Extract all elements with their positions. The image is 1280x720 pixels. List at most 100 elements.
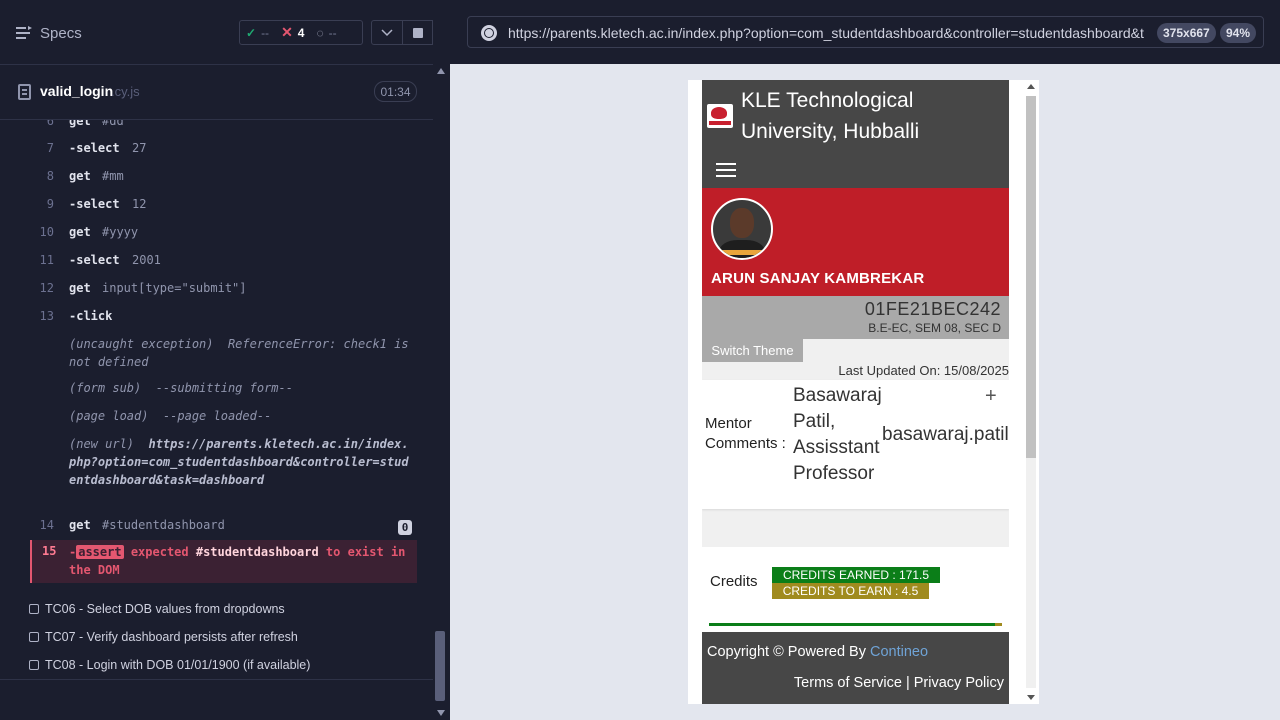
mentor-card: Mentor Comments : Basawaraj Patil, Assis… — [702, 380, 1009, 509]
check-icon: ✓ — [246, 25, 257, 40]
student-course: B.E-EC, SEM 08, SEC D — [868, 321, 1001, 335]
contineo-link[interactable]: Contineo — [870, 644, 928, 660]
credits-card: Credits CREDITS EARNED : 171.5 CREDITS T… — [702, 547, 1009, 632]
specs-title: Specs — [40, 24, 82, 42]
command-number: 10 — [39, 225, 54, 239]
mentor-email: basawaraj.patil — [882, 424, 1009, 445]
aut-header: https://parents.kletech.ac.in/index.php?… — [450, 0, 1280, 64]
pending-count: -- — [328, 25, 337, 40]
command-number: 7 — [46, 141, 54, 155]
scroll-up-arrow-icon[interactable] — [1027, 84, 1035, 89]
assert-selector: #studentdashboard — [195, 545, 319, 559]
command-name: get — [69, 169, 91, 183]
test-status-icon — [29, 632, 39, 642]
command-number: 11 — [39, 253, 54, 267]
command-number: 14 — [39, 518, 54, 532]
test-item[interactable]: TC06 - Select DOB values from dropdowns — [29, 599, 285, 619]
command-message: 2001 — [132, 253, 161, 267]
command-message: #yyyy — [102, 225, 139, 239]
test-item[interactable]: TC08 - Login with DOB 01/01/1900 (if ava… — [29, 655, 310, 675]
log-label: (new url) — [69, 437, 135, 451]
divider — [0, 679, 433, 680]
test-title: TC06 - Select DOB values from dropdowns — [45, 602, 285, 616]
scroll-up-arrow-icon[interactable] — [437, 68, 445, 74]
chevron-down-button[interactable] — [371, 20, 403, 45]
credits-progress-bar — [709, 623, 1002, 626]
log-label: (page load) — [69, 409, 149, 423]
scrollbar-thumb[interactable] — [435, 631, 445, 701]
terms-link[interactable]: Terms of Service — [794, 675, 902, 691]
profile-band: ARUN SANJAY KAMBREKAR — [702, 188, 1009, 296]
log-message: --page loaded-- — [162, 409, 272, 423]
mentor-name: Basawaraj Patil, Assisstant Professor — [793, 385, 882, 484]
command-name: get — [69, 281, 91, 295]
passed-stat: ✓ -- — [240, 26, 275, 40]
switch-theme-button[interactable]: Switch Theme — [702, 339, 803, 362]
failed-assert-row[interactable]: 15 - assert expected #studentdashboard to… — [30, 540, 417, 583]
exception-log[interactable]: (uncaught exception) ReferenceError: che… — [69, 335, 414, 371]
credits-label: Credits — [710, 573, 758, 590]
test-title: TC07 - Verify dashboard persists after r… — [45, 630, 298, 644]
passed-count: -- — [261, 25, 270, 40]
command-name: -select — [69, 197, 120, 211]
student-usn: 01FE21BEC242 — [864, 299, 1001, 319]
kle-logo-icon — [707, 104, 733, 128]
app-scrollbar[interactable] — [1024, 80, 1039, 704]
student-name: ARUN SANJAY KAMBREKAR — [711, 270, 925, 287]
failed-count: 4 — [297, 25, 305, 40]
log-label: (form sub) — [69, 381, 142, 395]
command-message: input[type="submit"] — [102, 281, 247, 295]
command-name: -click — [69, 309, 113, 323]
university-name: KLE Technological University, Hubballi — [741, 89, 920, 143]
footer-links: Terms of Service | Privacy Policy — [794, 675, 1004, 691]
page-load-log[interactable]: (page load) --page loaded-- — [69, 407, 414, 425]
privacy-link[interactable]: Privacy Policy — [914, 675, 1004, 691]
url-bar[interactable]: https://parents.kletech.ac.in/index.php?… — [467, 16, 1264, 48]
credits-earned-badge: CREDITS EARNED : 171.5 — [772, 567, 940, 583]
footer-separator: | — [905, 675, 910, 691]
zoom-badge[interactable]: 94% — [1220, 23, 1257, 43]
scroll-down-arrow-icon[interactable] — [1027, 695, 1035, 700]
url-text[interactable]: https://parents.kletech.ac.in/index.php?… — [508, 25, 1144, 41]
reporter-header: Specs ✓ -- ✕ 4 ◌ -- — [0, 0, 433, 65]
usn-band: 01FE21BEC242 B.E-EC, SEM 08, SEC D — [702, 296, 1009, 339]
avatar — [711, 198, 773, 260]
scroll-down-arrow-icon[interactable] — [437, 710, 445, 716]
command-name: get — [69, 518, 91, 532]
mentor-label: Mentor Comments : — [705, 415, 786, 452]
command-number: 15 — [42, 544, 57, 558]
credits-to-earn-badge: CREDITS TO EARN : 4.5 — [772, 583, 929, 599]
spec-file-name: valid_login — [40, 83, 114, 99]
stop-button[interactable] — [403, 20, 433, 45]
command-name: get — [69, 120, 91, 128]
stop-icon — [412, 27, 423, 38]
form-submit-log[interactable]: (form sub) --submitting form-- — [69, 379, 414, 397]
app-iframe: KLE Technological University, Hubballi A… — [688, 80, 1039, 704]
hamburger-menu-icon[interactable] — [716, 163, 736, 178]
command-message: #studentdashboard — [102, 518, 225, 532]
command-name: -select — [69, 253, 120, 267]
last-updated: Last Updated On: 15/08/2025 — [838, 363, 1009, 378]
credits-progress-fill — [709, 623, 995, 626]
test-item[interactable]: TC07 - Verify dashboard persists after r… — [29, 627, 298, 647]
command-number: 12 — [39, 281, 54, 295]
viewport-size-badge[interactable]: 375x667 — [1157, 23, 1216, 43]
x-icon: ✕ — [281, 24, 293, 40]
reporter-scrollbar[interactable] — [433, 64, 450, 720]
new-url-log[interactable]: (new url) https://parents.kletech.ac.in/… — [69, 435, 414, 489]
site-header: KLE Technological University, Hubballi — [702, 80, 1009, 188]
chevron-down-icon — [381, 28, 393, 36]
globe-icon — [481, 25, 497, 41]
log-label: (uncaught exception) — [69, 337, 214, 351]
command-list: 6 get #dd 7 -select 27 8 get #mm 9 -sele… — [0, 120, 433, 587]
spec-file-row[interactable]: valid_login .cy.js 01:34 — [0, 65, 433, 120]
log-message: --submitting form-- — [155, 381, 293, 395]
test-status-icon — [29, 660, 39, 670]
scrollbar-thumb[interactable] — [1026, 96, 1036, 458]
command-message: #mm — [102, 169, 124, 183]
specs-toggle[interactable]: Specs — [16, 22, 82, 44]
pending-circle-icon: ◌ — [316, 25, 324, 40]
expand-plus-icon[interactable]: + — [985, 385, 997, 408]
test-stats: ✓ -- ✕ 4 ◌ -- — [239, 20, 363, 45]
command-name: -select — [69, 141, 120, 155]
